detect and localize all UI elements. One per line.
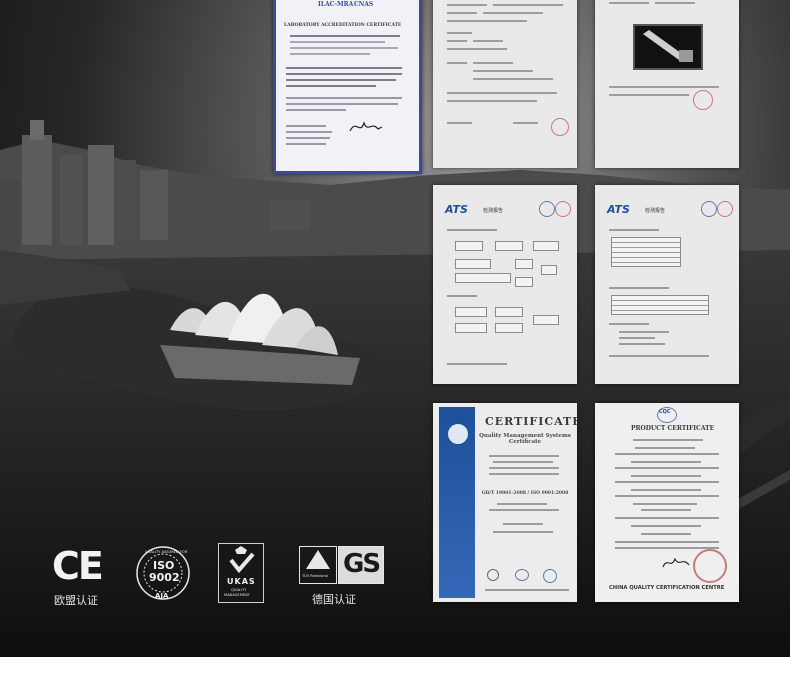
tuv-triangle-icon [306,550,330,569]
gs-caption: 德国认证 [312,593,356,606]
ats-logo: ATS [607,203,630,216]
iso-ring-text: QUALITY ASSURED FOR [145,550,188,554]
signature-mark [662,557,690,568]
iso-9002-badge: QUALITY ASSURED FOR ISO 9002 AJA [135,545,191,601]
ukas-quality: QUALITY [231,588,247,592]
gs-logo-box: GS [338,546,384,584]
red-seal-stamp [693,549,727,583]
product-certificate: CQC PRODUCT CERTIFICATE CHINA QUALITY CE… [595,403,739,602]
test-report-flowchart: ATS 检测报告 [433,185,577,384]
signature-mark [349,121,383,132]
iso-number: 9002 [149,571,180,584]
cqm-logo [447,423,469,445]
cnas-stamp [539,201,555,217]
certificate-footer: CHINA QUALITY CERTIFICATION CENTRE [609,585,725,591]
test-report-table: ATS 检测报告 [595,185,739,384]
test-report-product-photo [595,0,739,168]
ukas-management: MANAGEMENT [224,593,250,597]
ilac-logo: ILAC-MRA [318,1,354,8]
cqc-logo: CQC [659,409,671,415]
ce-mark: CE [52,544,104,588]
ukas-mark: UKAS [227,577,256,586]
bottom-white-strip [0,657,790,674]
report-heading: 检测报告 [645,208,666,214]
certificate-title: LABORATORY ACCREDITATION CERTIFICATE [284,23,402,28]
ce-caption: 欧盟认证 [54,594,98,607]
ukas-badge: UKAS QUALITY MANAGEMENT [218,543,264,603]
certificate-subtitle: Quality Management Systems Certificate [479,433,571,445]
lab-accreditation-certificate: ILAC-MRA CNAS LABORATORY ACCREDITATION C… [273,0,422,174]
tuv-label: TÜV Rheinland [302,574,328,578]
quality-management-certificate: CERTIFICATE Quality Management Systems C… [433,403,577,602]
ats-logo: ATS [445,203,468,216]
gs-mark: GS [343,549,381,579]
iso-standard: GB/T 19001-2008 / ISO 9001:2008 [481,491,569,496]
crown-check-icon [229,546,255,574]
aja-label: AJA [155,592,169,600]
test-report-page-1 [433,0,577,168]
tuv-gs-badge: TÜV Rheinland GS [299,546,384,586]
cnas-logo: CNAS [354,1,374,8]
certificate-title: PRODUCT CERTIFICATE [631,425,715,432]
product-photo [633,24,703,70]
report-heading: 检测报告 [483,208,504,214]
certification-banner: ILAC-MRA CNAS LABORATORY ACCREDITATION C… [0,0,790,657]
tuv-logo-box: TÜV Rheinland [299,546,337,584]
certificate-title: CERTIFICATE [485,415,577,428]
